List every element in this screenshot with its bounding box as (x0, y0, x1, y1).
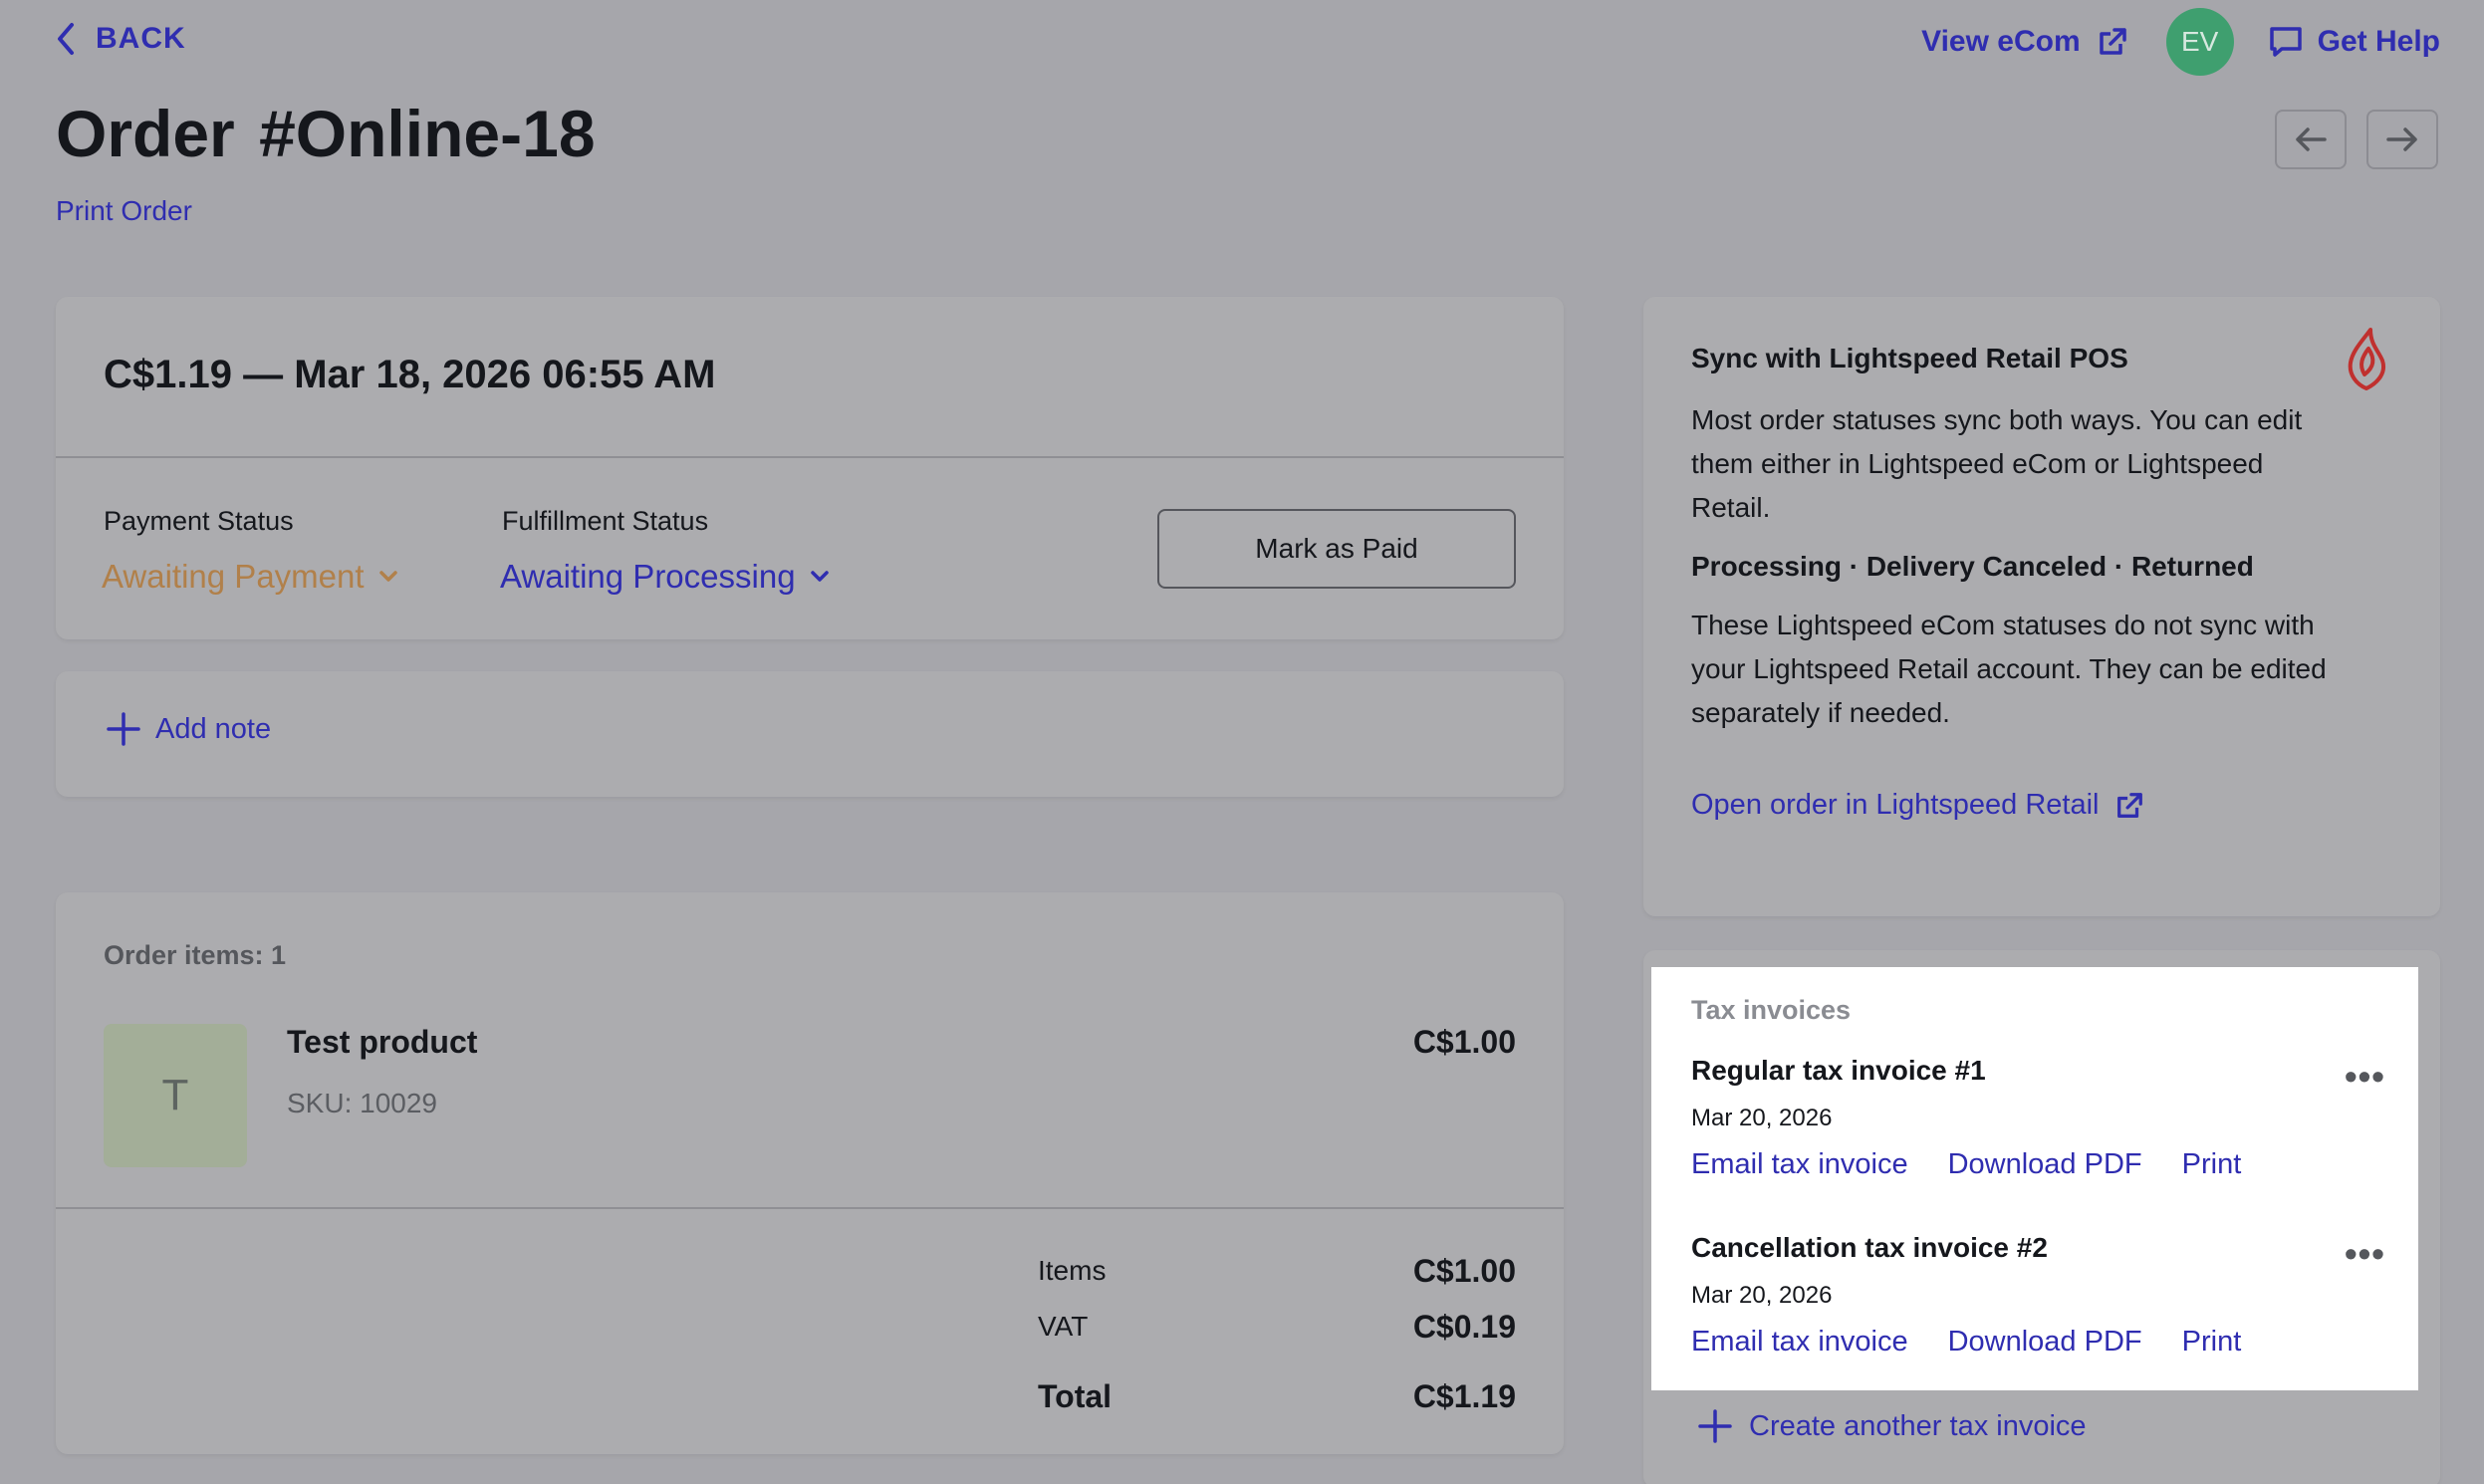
get-help-button[interactable]: Get Help (2268, 24, 2440, 60)
top-actions: View eCom EV Get Help (1921, 8, 2440, 76)
arrow-left-icon (2295, 127, 2327, 151)
create-tax-invoice-button[interactable]: Create another tax invoice (1697, 1408, 2087, 1444)
add-note-button[interactable]: Add note (106, 711, 271, 747)
back-button[interactable]: BACK (56, 22, 186, 56)
total-value: C$1.19 (1412, 1378, 1516, 1414)
get-help-label: Get Help (2317, 25, 2440, 58)
print-invoice-link[interactable]: Print (2182, 1148, 2242, 1181)
payment-status-value: Awaiting Payment (102, 558, 365, 595)
order-label: Order (56, 97, 235, 170)
lightspeed-logo (2343, 327, 2392, 392)
order-items-title: Order items: 1 (104, 940, 287, 970)
chevron-left-icon (56, 22, 76, 56)
tax-invoices-heading: Tax invoices (1691, 995, 1852, 1025)
add-note-label: Add note (155, 712, 272, 745)
notes-card (56, 671, 1564, 797)
external-link-icon (2114, 791, 2144, 821)
order-total-date: C$1.19 — Mar 18, 2026 06:55 AM (104, 353, 716, 396)
divider (56, 1207, 1564, 1209)
mark-as-paid-button[interactable]: Mark as Paid (1157, 509, 1516, 589)
fulfillment-status-dropdown[interactable]: Awaiting Processing (500, 558, 830, 596)
product-sku: SKU: 10029 (287, 1088, 437, 1118)
chevron-down-icon (378, 570, 398, 584)
order-summary-header: C$1.19 — Mar 18, 2026 06:55 AM (56, 297, 1564, 458)
back-label: BACK (96, 22, 186, 55)
previous-order-button[interactable] (2275, 110, 2347, 169)
avatar[interactable]: EV (2165, 8, 2234, 76)
chat-bubble-icon (2268, 24, 2304, 60)
total-label: Total (1038, 1378, 1113, 1414)
product-thumbnail: T (104, 1024, 247, 1167)
plus-icon (106, 711, 141, 747)
product-price: C$1.00 (1412, 1024, 1516, 1060)
invoice-name: Cancellation tax invoice #2 (1691, 1232, 2048, 1263)
print-order-link[interactable]: Print Order (56, 195, 192, 227)
fulfillment-status-value: Awaiting Processing (500, 558, 796, 595)
view-ecom-label: View eCom (1921, 25, 2081, 58)
invoice-name: Regular tax invoice #1 (1691, 1055, 1986, 1086)
items-subtotal-value: C$1.00 (1412, 1253, 1516, 1289)
plus-icon (1697, 1408, 1733, 1444)
open-in-retail-link[interactable]: Open order in Lightspeed Retail (1691, 789, 2144, 822)
sync-title: Sync with Lightspeed Retail POS (1691, 343, 2128, 373)
download-pdf-link[interactable]: Download PDF (1948, 1148, 2142, 1181)
non-sync-description: These Lightspeed eCom statuses do not sy… (1691, 610, 2327, 728)
invoice-actions: Email tax invoice Download PDF Print (1691, 1148, 2241, 1181)
more-options-icon[interactable]: ••• (2345, 1236, 2385, 1272)
tax-invoices-panel: Tax invoices Regular tax invoice #1 ••• … (1651, 967, 2418, 1390)
arrow-right-icon (2386, 127, 2418, 151)
fulfillment-status-label: Fulfillment Status (502, 506, 709, 536)
invoice-date: Mar 20, 2026 (1691, 1282, 1833, 1309)
email-tax-invoice-link[interactable]: Email tax invoice (1691, 1148, 1908, 1181)
vat-label: VAT (1038, 1311, 1089, 1342)
payment-status-dropdown[interactable]: Awaiting Payment (102, 558, 398, 596)
create-tax-invoice-label: Create another tax invoice (1749, 1409, 2087, 1442)
next-order-button[interactable] (2366, 110, 2438, 169)
invoice-date: Mar 20, 2026 (1691, 1105, 1833, 1131)
view-ecom-link[interactable]: View eCom (1921, 25, 2128, 59)
order-number: #Online-18 (259, 97, 596, 170)
open-in-retail-label: Open order in Lightspeed Retail (1691, 789, 2100, 821)
sync-description: Most order statuses sync both ways. You … (1691, 404, 2303, 523)
print-invoice-link[interactable]: Print (2182, 1326, 2242, 1359)
product-name[interactable]: Test product (287, 1024, 477, 1061)
page-title: Order #Online-18 (56, 96, 596, 171)
items-subtotal-label: Items (1038, 1255, 1107, 1286)
payment-status-label: Payment Status (104, 506, 294, 536)
vat-value: C$0.19 (1412, 1309, 1516, 1345)
external-link-icon (2097, 26, 2128, 58)
download-pdf-link[interactable]: Download PDF (1948, 1326, 2142, 1359)
non-sync-statuses: Processing · Delivery Canceled · Returne… (1691, 551, 2254, 582)
chevron-down-icon (810, 570, 830, 584)
invoice-actions: Email tax invoice Download PDF Print (1691, 1326, 2241, 1359)
more-options-icon[interactable]: ••• (2345, 1059, 2385, 1095)
order-items-card (56, 892, 1564, 1454)
email-tax-invoice-link[interactable]: Email tax invoice (1691, 1326, 1908, 1359)
